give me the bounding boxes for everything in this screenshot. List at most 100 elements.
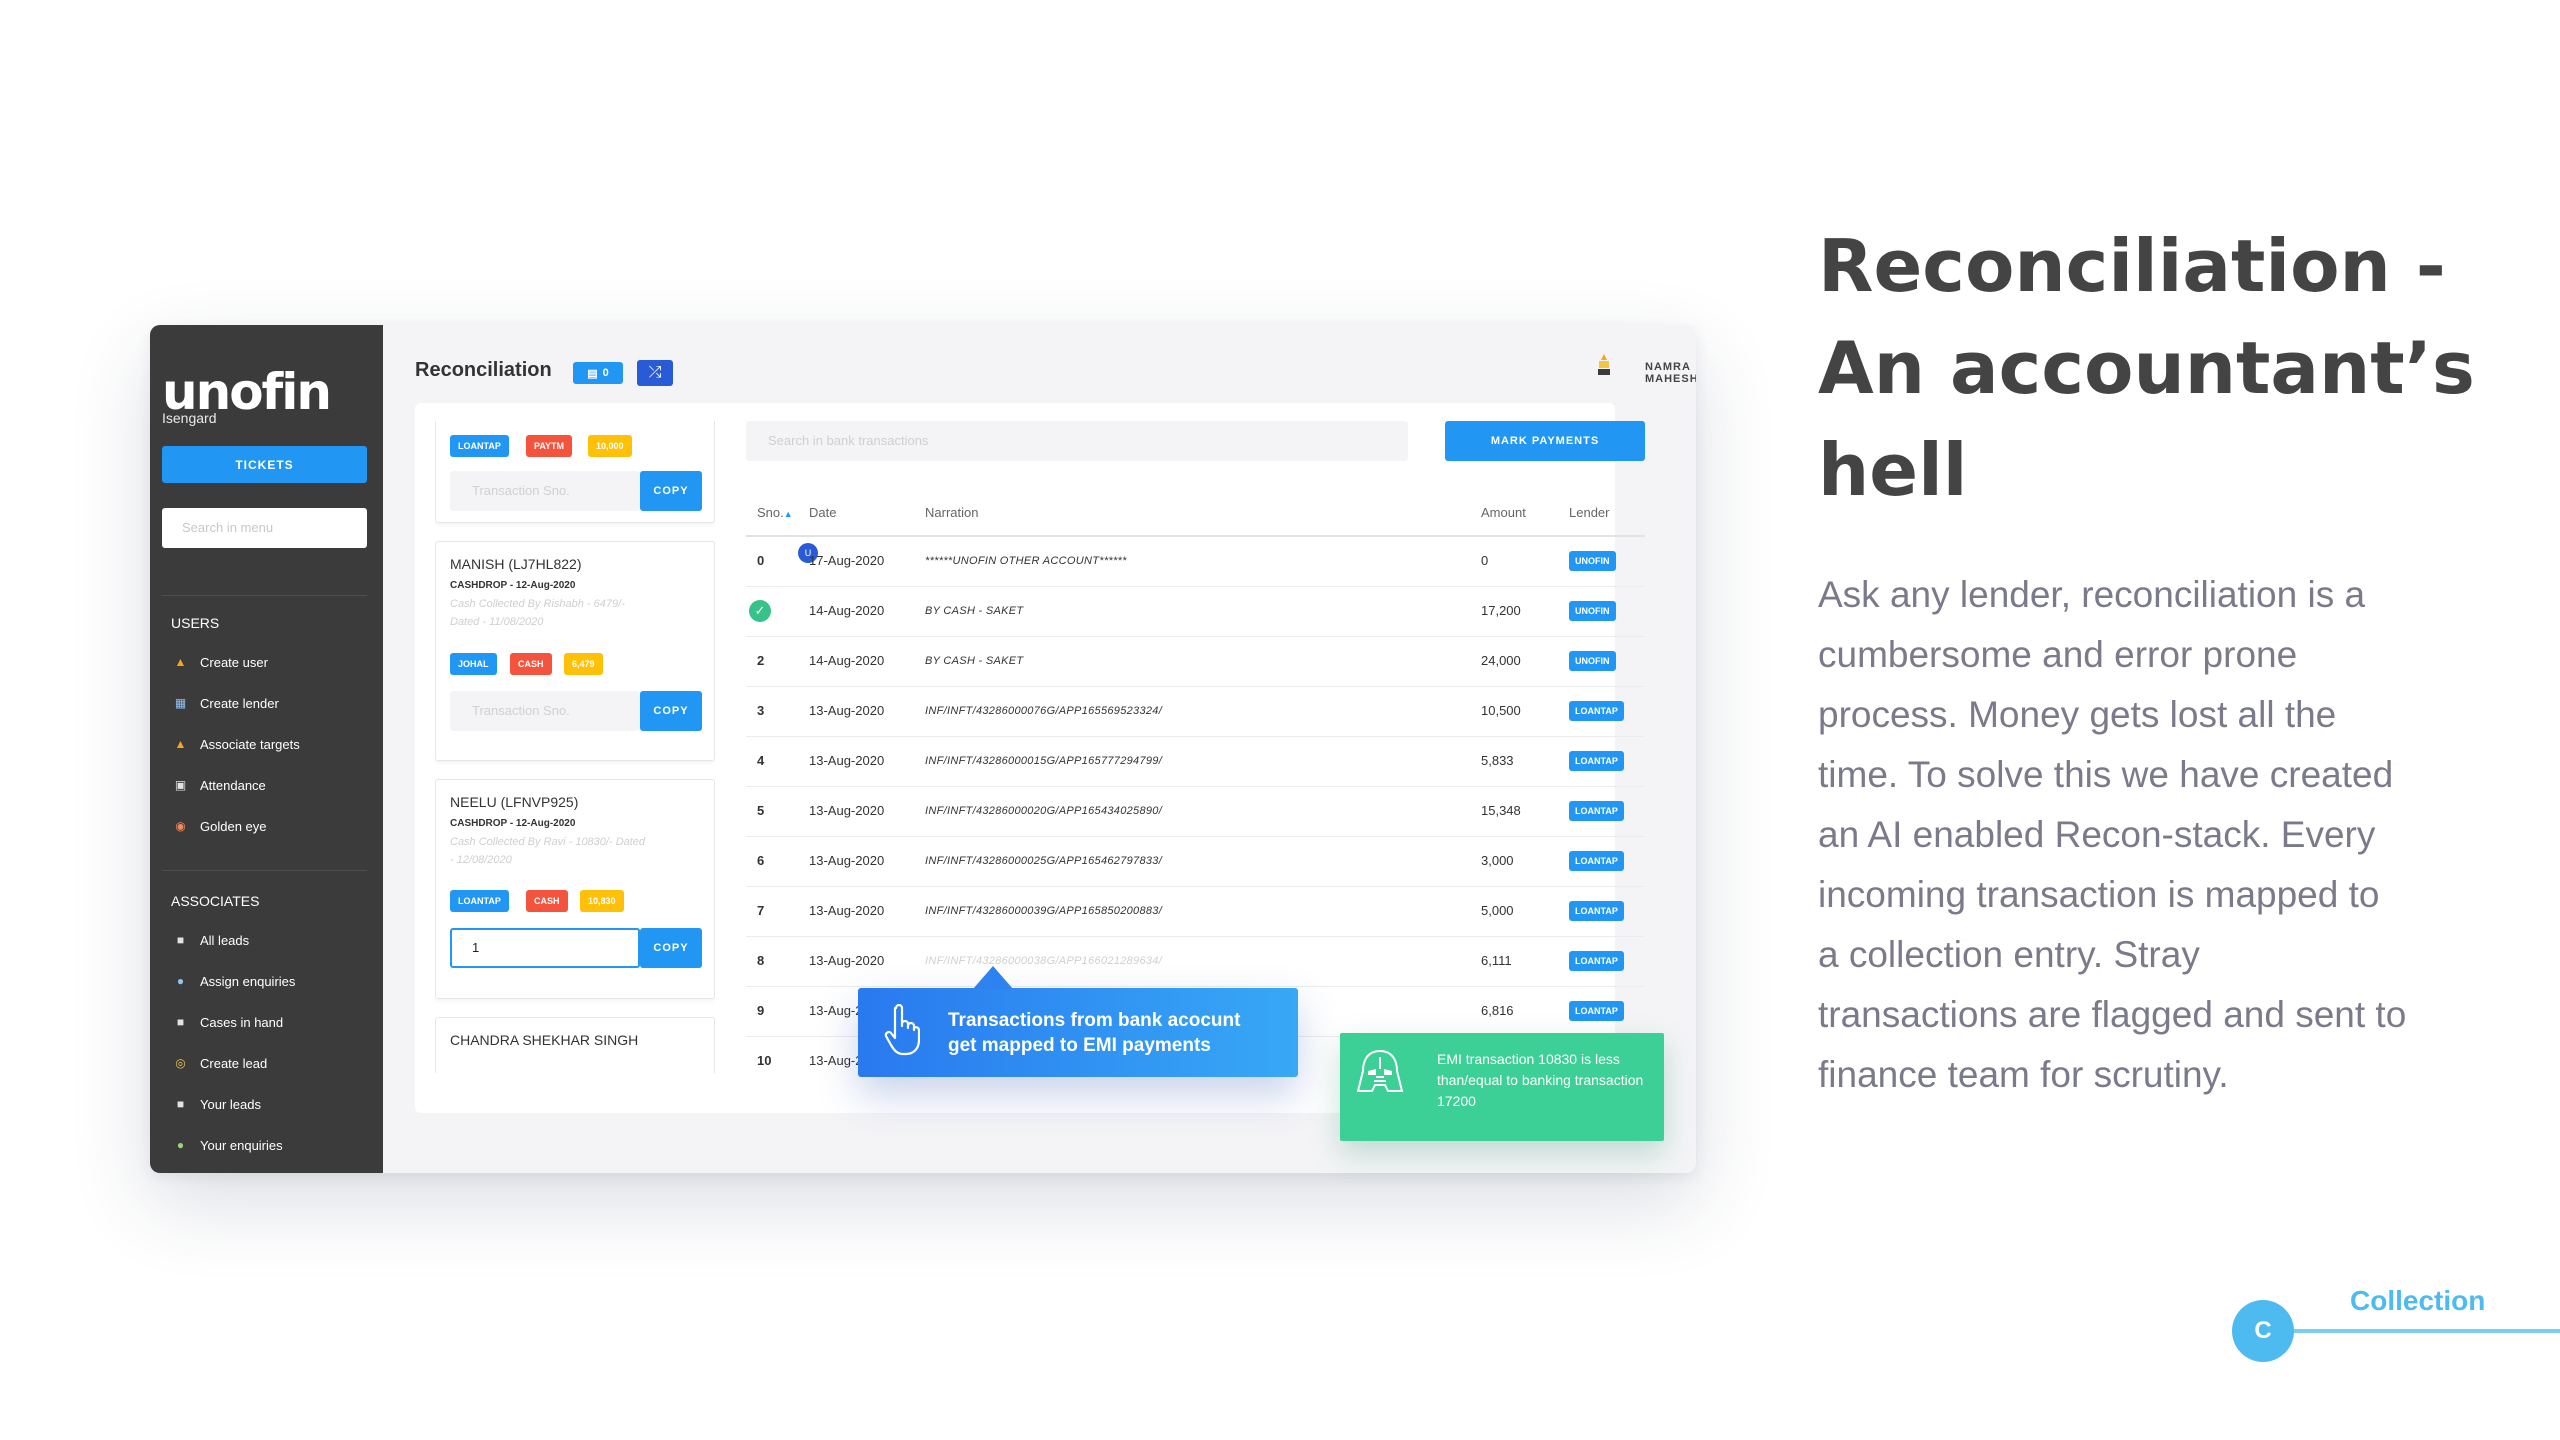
sidebar-item-create-lead[interactable]: ◎ Create lead: [173, 1053, 267, 1073]
column-header-sno[interactable]: Sno.▲: [757, 505, 793, 520]
sort-up-icon: ▲: [783, 509, 793, 519]
row-sno: 0: [757, 553, 765, 568]
mark-payments-button[interactable]: MARK PAYMENTS: [1445, 421, 1645, 461]
sidebar-item-assign-enquiries[interactable]: ● Assign enquiries: [173, 971, 296, 991]
row-date: 13-Aug-2020: [809, 753, 885, 768]
lender-tag: JOHAL: [450, 653, 497, 675]
table-row[interactable]: 5 13-Aug-2020 INF/INFT/43286000020G/APP1…: [746, 787, 1645, 837]
users-section-title: USERS: [171, 615, 220, 631]
table-row[interactable]: 8 13-Aug-2020 INF/INFT/43286000038G/APP1…: [746, 937, 1645, 987]
entry-note: - 12/08/2020: [450, 854, 512, 866]
sidebar-item-label: Your enquiries: [200, 1137, 283, 1153]
table-row[interactable]: 7 13-Aug-2020 INF/INFT/43286000039G/APP1…: [746, 887, 1645, 937]
row-amount: 15,348: [1481, 803, 1521, 818]
lender-tag: LOANTAP: [450, 890, 509, 912]
callout-line: get mapped to EMI payments: [948, 1035, 1211, 1056]
sidebar-item-create-user[interactable]: ▲ Create user: [173, 652, 268, 672]
row-narration: INF/INFT/43286000038G/APP166021289634/: [925, 955, 1163, 967]
entry-note: Cash Collected By Rishabh - 6479/-: [450, 598, 625, 610]
table-row[interactable]: ✓ 14-Aug-2020 BY CASH - SAKET 17,200 UNO…: [746, 587, 1645, 637]
transaction-sno-input[interactable]: 1: [450, 928, 640, 968]
row-amount: 0: [1481, 553, 1489, 568]
table-row[interactable]: 6 13-Aug-2020 INF/INFT/43286000025G/APP1…: [746, 837, 1645, 887]
sidebar-item-your-leads[interactable]: ■ Your leads: [173, 1094, 261, 1114]
slide-body-text: Ask any lender, reconciliation is a cumb…: [1818, 574, 2407, 1095]
table-row[interactable]: 4 13-Aug-2020 INF/INFT/43286000015G/APP1…: [746, 737, 1645, 787]
row-sno: 10: [757, 1053, 772, 1068]
row-date: 13-Aug-2020: [809, 953, 885, 968]
sidebar-item-label: Assign enquiries: [200, 973, 296, 989]
channel-tag: PAYTM: [526, 435, 573, 457]
table-row[interactable]: 3 13-Aug-2020 INF/INFT/43286000076G/APP1…: [746, 687, 1645, 737]
row-amount: 6,816: [1481, 1003, 1514, 1018]
table-row[interactable]: 0 U 17-Aug-2020 ******UNOFIN OTHER ACCOU…: [746, 537, 1645, 587]
menu-search-input[interactable]: Search in menu: [162, 508, 367, 548]
target-icon: ◎: [175, 1056, 186, 1070]
mapping-callout-text: Transactions from bank acocunt get mappe…: [948, 1008, 1240, 1058]
column-header-amount[interactable]: Amount: [1481, 505, 1526, 520]
sidebar-item-label: Create lead: [200, 1055, 268, 1071]
row-date: 14-Aug-2020: [809, 603, 885, 618]
section-line: [2262, 1329, 2560, 1333]
row-date: 14-Aug-2020: [809, 653, 885, 668]
calendar-icon: ▣: [174, 778, 187, 792]
row-amount: 5,833: [1481, 753, 1514, 768]
sidebar: unofin Isengard TICKETS Search in menu U…: [150, 325, 383, 1173]
transaction-sno-input[interactable]: Transaction Sno.: [450, 691, 640, 731]
table-row[interactable]: 2 14-Aug-2020 BY CASH - SAKET 24,000 UNO…: [746, 637, 1645, 687]
collection-entry-card: MANISH (LJ7HL822) CASHDROP - 12-Aug-2020…: [435, 541, 715, 761]
borrower-name: MANISH (LJ7HL822): [450, 556, 582, 572]
people-icon: ●: [176, 974, 185, 988]
row-date: 13-Aug-2020: [809, 803, 885, 818]
copy-button[interactable]: COPY: [640, 691, 702, 731]
matched-check-icon: ✓: [749, 600, 771, 622]
row-narration: ******UNOFIN OTHER ACCOUNT******: [925, 555, 1127, 567]
row-sno: 5: [757, 803, 765, 818]
user-name[interactable]: NAMRA MAHESHWARI: [1645, 361, 1696, 385]
row-narration: INF/INFT/43286000025G/APP165462797833/: [925, 855, 1163, 867]
transaction-sno-input[interactable]: Transaction Sno.: [450, 471, 640, 511]
user-avatar[interactable]: [1591, 352, 1617, 378]
column-header-lender[interactable]: Lender: [1569, 505, 1609, 520]
shuffle-button[interactable]: ⤮: [637, 360, 673, 386]
darth-vader-icon: [1356, 1049, 1404, 1092]
row-amount: 3,000: [1481, 853, 1514, 868]
sidebar-item-all-leads[interactable]: ■ All leads: [173, 930, 249, 950]
row-amount: 10,500: [1481, 703, 1521, 718]
section-label: Collection: [2350, 1285, 2486, 1316]
column-header-label: Sno.: [757, 505, 784, 520]
column-header-date[interactable]: Date: [809, 505, 836, 520]
headline-line: Reconciliation -: [1818, 224, 2446, 308]
tickets-button[interactable]: TICKETS: [162, 446, 367, 483]
sidebar-item-attendance[interactable]: ▣ Attendance: [173, 775, 266, 795]
sidebar-item-create-lender[interactable]: ▦ Create lender: [173, 693, 279, 713]
flag-callout-text: EMI transaction 10830 is less than/equal…: [1437, 1051, 1644, 1109]
entry-subtitle: CASHDROP - 12-Aug-2020: [450, 818, 576, 829]
sidebar-item-your-enquiries[interactable]: ● Your enquiries: [173, 1135, 283, 1155]
row-sno: 2: [757, 653, 765, 668]
sidebar-item-associate-targets[interactable]: ▲ Associate targets: [173, 734, 300, 754]
collection-entries-list[interactable]: LOANTAP PAYTM 10,000 Transaction Sno. CO…: [435, 421, 715, 1073]
lender-tag: LOANTAP: [450, 435, 509, 457]
row-narration: INF/INFT/43286000020G/APP165434025890/: [925, 805, 1163, 817]
sidebar-item-label: Create lender: [200, 695, 279, 711]
copy-button[interactable]: COPY: [640, 471, 702, 511]
column-header-narration[interactable]: Narration: [925, 505, 978, 520]
bank-search-input[interactable]: Search in bank transactions: [746, 421, 1408, 461]
sidebar-item-cases-in-hand[interactable]: ■ Cases in hand: [173, 1012, 283, 1032]
ticket-count-badge[interactable]: ▤ 0: [573, 362, 623, 384]
lender-badge: LOANTAP: [1569, 801, 1624, 821]
sidebar-item-golden-eye[interactable]: ◉ Golden eye: [173, 816, 266, 836]
entry-note: Cash Collected By Ravi - 10830/- Dated: [450, 836, 646, 848]
sidebar-item-label: Your leads: [200, 1096, 261, 1112]
car-icon: ■: [176, 1097, 185, 1111]
row-date: 17-Aug-2020: [809, 553, 885, 568]
lender-badge: LOANTAP: [1569, 951, 1624, 971]
lender-badge: LOANTAP: [1569, 751, 1624, 771]
channel-tag: CASH: [526, 890, 568, 912]
page-title: Reconciliation: [415, 359, 552, 381]
lender-badge: LOANTAP: [1569, 851, 1624, 871]
channel-tag: CASH: [510, 653, 552, 675]
ticket-count: 0: [602, 367, 609, 379]
copy-button[interactable]: COPY: [640, 928, 702, 968]
